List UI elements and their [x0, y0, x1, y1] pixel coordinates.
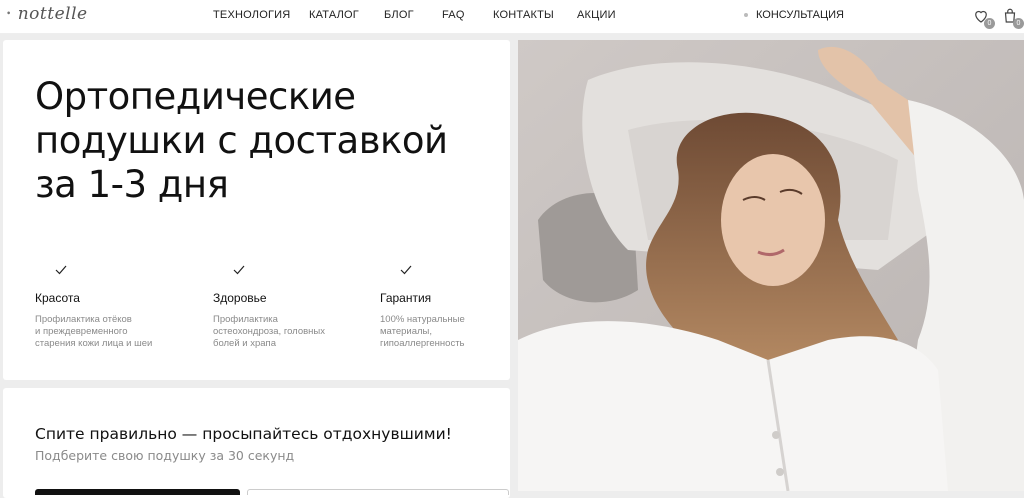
feature-desc-line: гипоаллергенность [380, 338, 465, 349]
feature-health: Здоровье Профилактика остеохондроза, гол… [213, 265, 373, 350]
hero-photo [518, 40, 1024, 491]
nav-blog[interactable]: БЛОГ [384, 9, 414, 21]
feature-beauty: Красота Профилактика отёков и преждеврем… [35, 265, 195, 350]
quiz-secondary-button[interactable] [247, 489, 509, 495]
check-icon [233, 265, 245, 275]
check-icon [55, 265, 67, 275]
cart-count-badge: 0 [1013, 18, 1024, 29]
feature-desc-line: материалы, [380, 326, 433, 337]
nav-promotions[interactable]: АКЦИИ [577, 9, 616, 21]
nav-contacts[interactable]: КОНТАКТЫ [493, 9, 554, 21]
cart-button[interactable]: 0 [1001, 7, 1024, 29]
nav-technology[interactable]: ТЕХНОЛОГИЯ [213, 9, 290, 21]
feature-desc-line: старения кожи лица и шеи [35, 338, 153, 349]
feature-guarantee: Гарантия 100% натуральные материалы, гип… [380, 265, 540, 350]
feature-desc-line: болей и храпа [213, 338, 276, 349]
consultation-link[interactable]: КОНСУЛЬТАЦИЯ [744, 9, 844, 21]
quiz-title: Спите правильно — просыпайтесь отдохнувш… [35, 425, 452, 443]
favorites-count-badge: 0 [984, 18, 995, 29]
feature-title: Красота [35, 291, 80, 305]
check-icon [400, 265, 412, 275]
feature-title: Гарантия [380, 291, 432, 305]
dot-icon [744, 13, 748, 18]
quiz-card: Спите правильно — просыпайтесь отдохнувш… [3, 388, 510, 498]
hero-card: Ортопедические подушки с доставкой за 1-… [3, 40, 510, 380]
woman-on-pillow-image [518, 40, 1024, 491]
feature-desc-line: Профилактика отёков [35, 314, 132, 325]
quiz-start-button[interactable] [35, 489, 240, 495]
quiz-subtitle: Подберите свою подушку за 30 секунд [35, 448, 295, 463]
site-header: • nottelle ТЕХНОЛОГИЯ КАТАЛОГ БЛОГ FAQ К… [0, 0, 1024, 34]
brand-logo[interactable]: • nottelle [6, 4, 88, 24]
feature-desc-line: Профилактика [213, 314, 278, 325]
feature-desc-line: 100% натуральные [380, 314, 465, 325]
favorites-button[interactable]: 0 [972, 7, 995, 29]
feature-desc-line: остеохондроза, головных [213, 326, 325, 337]
feature-desc-line: и преждевременного [35, 326, 128, 337]
nav-catalog[interactable]: КАТАЛОГ [309, 9, 359, 21]
nav-faq[interactable]: FAQ [442, 9, 465, 21]
hero-title: Ортопедические подушки с доставкой за 1-… [35, 75, 448, 206]
feature-title: Здоровье [213, 291, 267, 305]
